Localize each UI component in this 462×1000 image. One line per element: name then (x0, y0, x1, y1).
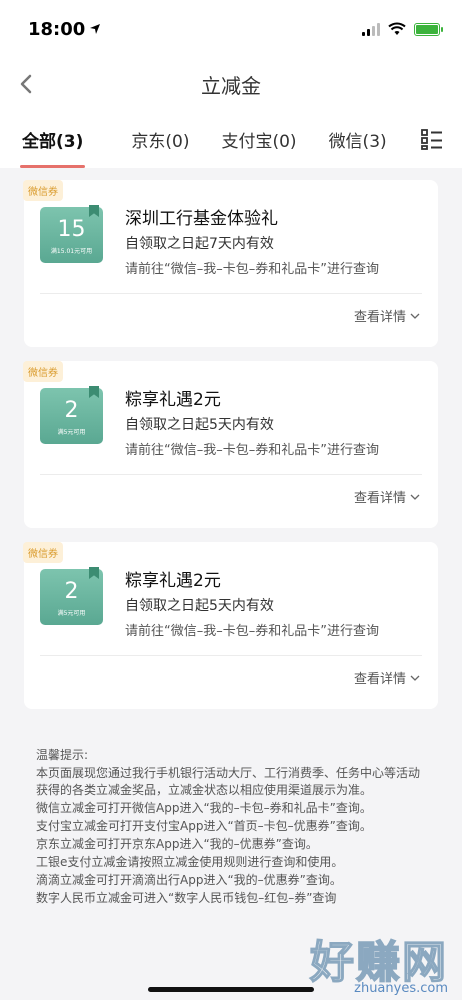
notice-line: 本页面展现您通过我行手机银行活动大厅、工行消费季、任务中心等活动获得的各类立减金… (36, 766, 421, 797)
chevron-down-icon (410, 675, 420, 681)
coupon-card[interactable]: 微信券 2 满5元可用 粽享礼遇2元 自领取之日起5天内有效 请前往“微信–我–… (23, 361, 438, 528)
coupon-card[interactable]: 微信券 2 满5元可用 粽享礼遇2元 自领取之日起5天内有效 请前往“微信–我–… (23, 542, 438, 709)
status-bar: 18:00 (0, 0, 462, 58)
back-button[interactable] (10, 68, 42, 100)
coupon-title: 粽享礼遇2元 (125, 390, 221, 410)
nav-bar: 立减金 (0, 58, 462, 110)
coupon-title: 深圳工行基金体验礼 (125, 209, 278, 229)
notice-line: 微信立减金可打开微信App进入“我的–卡包–券和礼品卡”查询。 (36, 801, 372, 815)
coupon-ticket: 15 满15.01元可用 (40, 205, 103, 263)
divider (40, 655, 422, 656)
divider (40, 474, 422, 475)
location-arrow-icon (90, 24, 101, 34)
notice-line: 数字人民币立减金可进入“数字人民币钱包–红包–券”查询 (36, 891, 337, 905)
chevron-left-icon (20, 74, 32, 94)
notice-line: 支付宝立减金可打开支付宝App进入“首页–卡包–优惠券”查询。 (36, 819, 372, 833)
tab-bar: 全部(3) 京东(0) 支付宝(0) 微信(3) (0, 110, 462, 168)
tab-all[interactable]: 全部(3) (10, 110, 95, 168)
tab-alipay[interactable]: 支付宝(0) (209, 110, 308, 168)
wifi-icon (388, 22, 406, 35)
tab-wechat[interactable]: 微信(3) (317, 110, 399, 168)
coupon-ticket: 2 满5元可用 (40, 386, 103, 444)
page-title: 立减金 (201, 73, 261, 98)
coupon-condition: 满5元可用 (57, 610, 86, 617)
divider (40, 293, 422, 294)
view-details-label: 查看详情 (353, 491, 406, 506)
coupon-list: 微信券 15 满15.01元可用 深圳工行基金体验礼 自领取之日起7天内有效 请… (0, 168, 462, 709)
status-time: 18:00 (28, 19, 101, 40)
bookmark-icon (89, 205, 99, 217)
notice-title: 温馨提示: (36, 748, 89, 762)
site-watermark: 好赚网 zhuanyes.com (309, 937, 448, 996)
bookmark-icon (89, 386, 99, 398)
coupon-hint: 请前往“微信–我–卡包–券和礼品卡”进行查询 (125, 262, 379, 277)
battery-charging-icon (414, 22, 443, 36)
watermark-logo-text: 好赚网 (309, 937, 448, 988)
coupon-type-badge: 微信券 (23, 180, 63, 201)
notice-section: 温馨提示: 本页面展现您通过我行手机银行活动大厅、工行消费季、任务中心等活动获得… (0, 723, 462, 907)
coupon-condition: 满15.01元可用 (50, 248, 93, 255)
coupon-hint: 请前往“微信–我–卡包–券和礼品卡”进行查询 (125, 443, 379, 458)
coupon-amount: 15 (57, 217, 86, 242)
coupon-type-badge: 微信券 (23, 361, 63, 382)
bookmark-icon (89, 567, 99, 579)
coupon-hint: 请前往“微信–我–卡包–券和礼品卡”进行查询 (125, 624, 379, 639)
notice-line: 工银e支付立减金请按照立减金使用规则进行查询和使用。 (36, 855, 344, 869)
chevron-down-icon (410, 313, 420, 319)
coupon-amount: 2 (64, 398, 79, 423)
time-text: 18:00 (28, 18, 86, 40)
coupon-type-badge: 微信券 (23, 542, 63, 563)
coupon-ticket: 2 满5元可用 (40, 567, 103, 625)
view-details-label: 查看详情 (353, 310, 406, 325)
view-details-button[interactable]: 查看详情 (354, 668, 420, 687)
view-details-button[interactable]: 查看详情 (354, 487, 420, 506)
coupon-title: 粽享礼遇2元 (125, 571, 221, 591)
view-details-label: 查看详情 (353, 672, 406, 687)
coupon-condition: 满5元可用 (57, 429, 86, 436)
tab-jd[interactable]: 京东(0) (119, 110, 201, 168)
coupon-validity: 自领取之日起5天内有效 (125, 598, 274, 614)
chevron-down-icon (410, 494, 420, 500)
coupon-validity: 自领取之日起7天内有效 (125, 236, 274, 252)
coupon-validity: 自领取之日起5天内有效 (125, 417, 274, 433)
coupon-card[interactable]: 微信券 15 满15.01元可用 深圳工行基金体验礼 自领取之日起7天内有效 请… (23, 180, 438, 347)
notice-line: 滴滴立减金可打开滴滴出行App进入“我的–优惠券”查询。 (36, 873, 342, 887)
notice-line: 京东立减金可打开京东App进入“我的–优惠券”查询。 (36, 837, 318, 851)
view-details-button[interactable]: 查看详情 (354, 306, 420, 325)
list-menu-icon[interactable] (420, 127, 444, 151)
cellular-signal-icon (362, 22, 380, 36)
home-indicator[interactable] (148, 987, 314, 992)
coupon-amount: 2 (64, 579, 79, 604)
